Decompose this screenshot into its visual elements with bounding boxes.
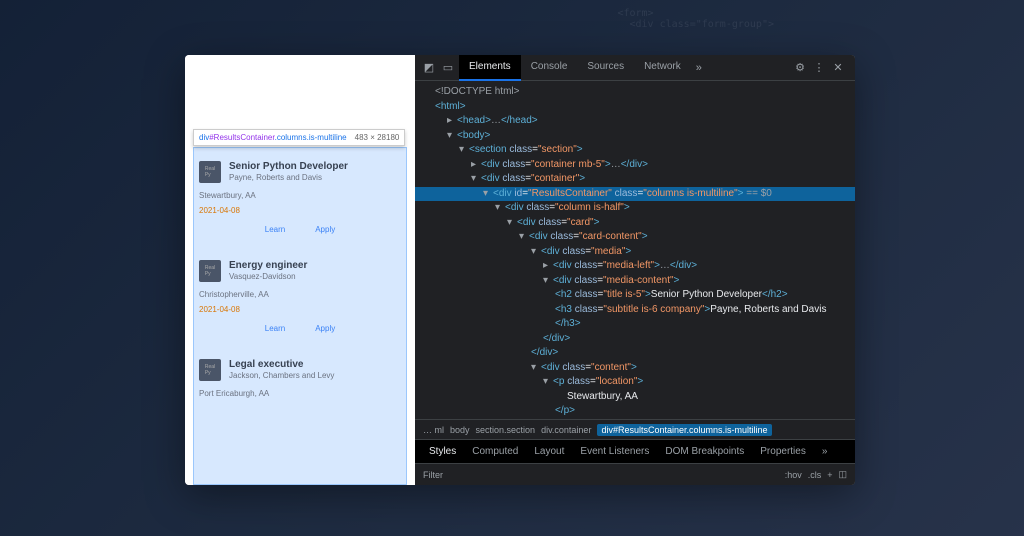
crumb[interactable]: div.container — [541, 425, 591, 435]
tab-layout[interactable]: Layout — [526, 440, 572, 464]
kebab-icon[interactable]: ⋮ — [811, 60, 827, 76]
page-viewport: div#ResultsContainer.columns.is-multilin… — [185, 55, 415, 485]
tooltip-classes: .columns.is-multiline — [275, 133, 347, 142]
tab-elements[interactable]: Elements — [459, 55, 521, 81]
dom-line[interactable]: ▾<div class="media"> — [415, 245, 855, 260]
crumb[interactable]: section.section — [476, 425, 536, 435]
dom-line[interactable]: ▾<section class="section"> — [415, 143, 855, 158]
more-tabs-icon[interactable]: » — [691, 60, 707, 76]
dom-line[interactable]: ▸<div class="container mb-5">…</div> — [415, 158, 855, 173]
apply-button[interactable]: Apply — [315, 225, 335, 234]
bg-code-snippet: <form> <div class="form-group"> — [617, 8, 774, 30]
inspector-tooltip: div#ResultsContainer.columns.is-multilin… — [193, 129, 405, 146]
tab-network[interactable]: Network — [634, 55, 691, 81]
crumb[interactable]: … ml — [423, 425, 444, 435]
dom-line[interactable]: ▸<div class="media-left">…</div> — [415, 259, 855, 274]
tab-sources[interactable]: Sources — [577, 55, 634, 81]
tab-dom-breakpoints[interactable]: DOM Breakpoints — [657, 440, 752, 464]
job-company: Payne, Roberts and Davis — [229, 173, 348, 182]
crumb[interactable]: body — [450, 425, 470, 435]
dom-line[interactable]: </div> — [415, 346, 855, 361]
dom-line[interactable]: <html> — [415, 100, 855, 115]
dom-line[interactable]: Stewartbury, AA — [415, 390, 855, 405]
learn-button[interactable]: Learn — [265, 225, 285, 234]
filter-input[interactable]: Filter — [423, 470, 443, 480]
job-card: RealPy Senior Python Developer Payne, Ro… — [199, 155, 401, 240]
dom-line[interactable]: ▾<div class="container"> — [415, 172, 855, 187]
dom-line[interactable]: </div> — [415, 332, 855, 347]
gear-icon[interactable]: ⚙ — [792, 60, 808, 76]
device-toggle-icon[interactable]: ▭ — [440, 60, 456, 76]
job-company: Vasquez-Davidson — [229, 272, 307, 281]
dom-line-selected[interactable]: ▾<div id="ResultsContainer" class="colum… — [415, 187, 855, 202]
hov-toggle[interactable]: :hov — [785, 470, 802, 480]
add-rule-icon[interactable]: + — [827, 470, 832, 480]
apply-button[interactable]: Apply — [315, 324, 335, 333]
dom-line[interactable]: <h3 class="subtitle is-6 company">Payne,… — [415, 303, 855, 318]
job-title: Energy engineer — [229, 260, 307, 271]
dom-line[interactable]: ▾<div class="card-content"> — [415, 230, 855, 245]
job-location: Stewartbury, AA — [199, 191, 401, 200]
job-location: Christopherville, AA — [199, 290, 401, 299]
tab-properties[interactable]: Properties — [752, 440, 814, 464]
dom-line[interactable]: </p> — [415, 404, 855, 419]
job-title: Legal executive — [229, 359, 334, 370]
inspect-icon[interactable]: ◩ — [421, 60, 437, 76]
job-date: 2021-04-08 — [199, 206, 401, 215]
dom-line[interactable]: </h3> — [415, 317, 855, 332]
dom-line[interactable]: ▾<p class="location"> — [415, 375, 855, 390]
tooltip-tag: div — [199, 133, 209, 142]
dom-line[interactable]: ▾<div class="card"> — [415, 216, 855, 231]
filter-row: Filter :hov .cls + ◫ — [415, 463, 855, 485]
devtools-panel: ◩ ▭ Elements Console Sources Network » ⚙… — [415, 55, 855, 485]
styles-tabs: Styles Computed Layout Event Listeners D… — [415, 439, 855, 463]
dom-line[interactable]: ▾<div class="column is-half"> — [415, 201, 855, 216]
tooltip-dimensions: 483 × 28180 — [355, 133, 400, 142]
crumb-active[interactable]: div#ResultsContainer.columns.is-multilin… — [597, 424, 771, 436]
cls-toggle[interactable]: .cls — [808, 470, 822, 480]
more-tabs-icon[interactable]: » — [814, 440, 836, 464]
job-card: RealPy Legal executive Jackson, Chambers… — [199, 353, 401, 410]
company-logo: RealPy — [199, 260, 221, 282]
devtools-tabs: ◩ ▭ Elements Console Sources Network » ⚙… — [415, 55, 855, 81]
dom-line[interactable]: <h2 class="title is-5">Senior Python Dev… — [415, 288, 855, 303]
company-logo: RealPy — [199, 161, 221, 183]
job-company: Jackson, Chambers and Levy — [229, 371, 334, 380]
tab-computed[interactable]: Computed — [464, 440, 526, 464]
dom-line[interactable]: ▸<head>…</head> — [415, 114, 855, 129]
browser-window: div#ResultsContainer.columns.is-multilin… — [185, 55, 855, 485]
dom-line[interactable]: ▾<div class="media-content"> — [415, 274, 855, 289]
dom-tree[interactable]: <!DOCTYPE html> <html> ▸<head>…</head> ▾… — [415, 81, 855, 419]
box-icon[interactable]: ◫ — [838, 469, 847, 480]
dom-line[interactable]: ▾<body> — [415, 129, 855, 144]
tab-console[interactable]: Console — [521, 55, 578, 81]
close-icon[interactable]: ✕ — [830, 60, 846, 76]
dom-line[interactable]: <!DOCTYPE html> — [415, 85, 855, 100]
job-location: Port Ericaburgh, AA — [199, 389, 401, 398]
tooltip-id: #ResultsContainer — [209, 133, 274, 142]
job-title: Senior Python Developer — [229, 161, 348, 172]
results-container: RealPy Senior Python Developer Payne, Ro… — [199, 155, 401, 424]
dom-line[interactable]: ▾<div class="content"> — [415, 361, 855, 376]
job-date: 2021-04-08 — [199, 305, 401, 314]
job-card: RealPy Energy engineer Vasquez-Davidson … — [199, 254, 401, 339]
breadcrumb[interactable]: … ml body section.section div.container … — [415, 419, 855, 439]
company-logo: RealPy — [199, 359, 221, 381]
tab-styles[interactable]: Styles — [421, 440, 464, 464]
learn-button[interactable]: Learn — [265, 324, 285, 333]
tab-event-listeners[interactable]: Event Listeners — [572, 440, 657, 464]
